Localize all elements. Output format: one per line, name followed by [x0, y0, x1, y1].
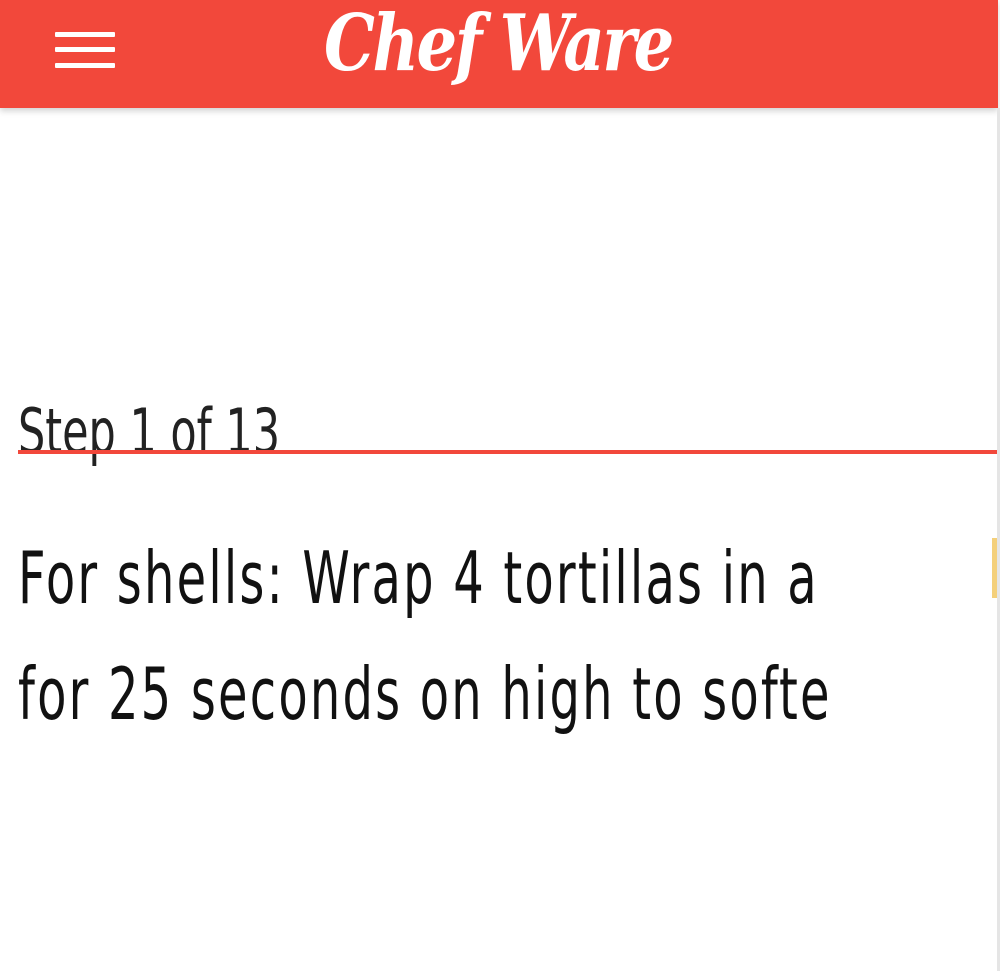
instruction-line-1: For shells: Wrap 4 tortillas in a	[18, 536, 819, 620]
menu-line-icon	[55, 47, 115, 52]
step-divider	[18, 450, 998, 454]
instruction-line-2: for 25 seconds on high to softe	[18, 652, 832, 736]
hamburger-menu-button[interactable]	[48, 25, 120, 77]
recipe-step-page: Chef Ware Step 1 of 13 For shells: Wrap …	[0, 0, 1000, 971]
app-header: Chef Ware	[0, 0, 998, 108]
brand-logo-text: Chef Ware	[324, 0, 674, 89]
menu-line-icon	[55, 32, 115, 37]
step-instruction-text: For shells: Wrap 4 tortillas in a for 25…	[18, 520, 1000, 752]
step-progress-title: Step 1 of 13	[18, 394, 281, 468]
menu-line-icon	[55, 63, 115, 68]
